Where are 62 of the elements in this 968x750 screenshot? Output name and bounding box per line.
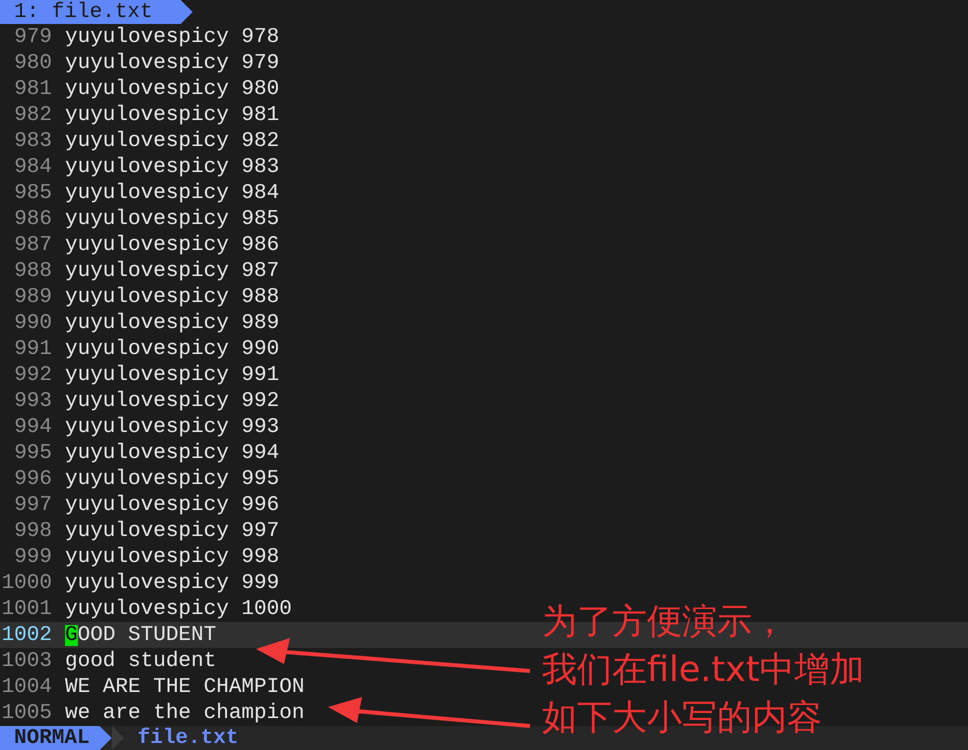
line-text: yuyulovespicy 990 bbox=[65, 338, 280, 360]
line-text: yuyulovespicy 978 bbox=[65, 26, 280, 48]
separator-icon bbox=[112, 726, 126, 750]
line-text: OOD STUDENT bbox=[78, 624, 216, 646]
line-number: 981 bbox=[13, 78, 52, 100]
line-text: yuyulovespicy 989 bbox=[65, 312, 280, 334]
line-text: yuyulovespicy 991 bbox=[65, 364, 280, 386]
line-text: yuyulovespicy 986 bbox=[65, 234, 280, 256]
annotation-text: 我们在file.txt中增加 bbox=[542, 649, 865, 692]
line-text: yuyulovespicy 983 bbox=[65, 156, 280, 178]
line-number: 1005 bbox=[0, 702, 52, 724]
line-text: yuyulovespicy 987 bbox=[65, 260, 280, 282]
line-number: 989 bbox=[13, 286, 52, 308]
line-number: 1001 bbox=[0, 598, 52, 620]
line-text: good student bbox=[65, 650, 216, 672]
line-text: WE ARE THE CHAMPION bbox=[65, 676, 304, 698]
line-text: we are the champion bbox=[65, 702, 304, 724]
line-number: 999 bbox=[13, 546, 52, 568]
line-text: yuyulovespicy 998 bbox=[65, 546, 280, 568]
line-text: yuyulovespicy 980 bbox=[65, 78, 280, 100]
line-text: yuyulovespicy 979 bbox=[65, 52, 280, 74]
line-text: yuyulovespicy 1000 bbox=[65, 598, 292, 620]
line-number: 990 bbox=[13, 312, 52, 334]
line-number: 987 bbox=[13, 234, 52, 256]
line-number: 979 bbox=[13, 26, 52, 48]
line-text: yuyulovespicy 982 bbox=[65, 130, 280, 152]
line-number: 982 bbox=[13, 104, 52, 126]
annotation-text: 如下大小写的内容 bbox=[542, 697, 823, 740]
line-number: 1004 bbox=[0, 676, 52, 698]
line-text: yuyulovespicy 999 bbox=[65, 572, 280, 594]
line-number: 997 bbox=[13, 494, 52, 516]
line-text: yuyulovespicy 992 bbox=[65, 390, 280, 412]
line-number: 988 bbox=[13, 260, 52, 282]
buffer-tab[interactable]: 1: file.txt bbox=[0, 0, 193, 24]
line-text: yuyulovespicy 981 bbox=[65, 104, 280, 126]
line-text: yuyulovespicy 995 bbox=[65, 468, 280, 490]
line-number: 991 bbox=[13, 338, 52, 360]
line-number: 1002 bbox=[0, 624, 52, 646]
line-number: 983 bbox=[13, 130, 52, 152]
line-number: 996 bbox=[13, 468, 52, 490]
line-number: 992 bbox=[13, 364, 52, 386]
cursor: G bbox=[65, 624, 78, 646]
line-number: 1000 bbox=[0, 572, 52, 594]
line-number: 1003 bbox=[0, 650, 52, 672]
line-number: 995 bbox=[13, 442, 52, 464]
file-name: file.txt bbox=[138, 728, 238, 748]
line-text: yuyulovespicy 984 bbox=[65, 182, 280, 204]
line-text: yuyulovespicy 997 bbox=[65, 520, 280, 542]
line-text: yuyulovespicy 996 bbox=[65, 494, 280, 516]
line-number: 994 bbox=[13, 416, 52, 438]
line-text: yuyulovespicy 993 bbox=[65, 416, 280, 438]
line-number: 986 bbox=[13, 208, 52, 230]
line-number: 998 bbox=[13, 520, 52, 542]
line-number: 980 bbox=[13, 52, 52, 74]
line-text: yuyulovespicy 994 bbox=[65, 442, 280, 464]
annotation-text: 为了方便演示， bbox=[542, 601, 788, 644]
line-number: 985 bbox=[13, 182, 52, 204]
line-text: yuyulovespicy 985 bbox=[65, 208, 280, 230]
line-number: 984 bbox=[13, 156, 52, 178]
mode-indicator: NORMAL bbox=[0, 726, 112, 750]
line-number: 993 bbox=[13, 390, 52, 412]
line-text: yuyulovespicy 988 bbox=[65, 286, 280, 308]
